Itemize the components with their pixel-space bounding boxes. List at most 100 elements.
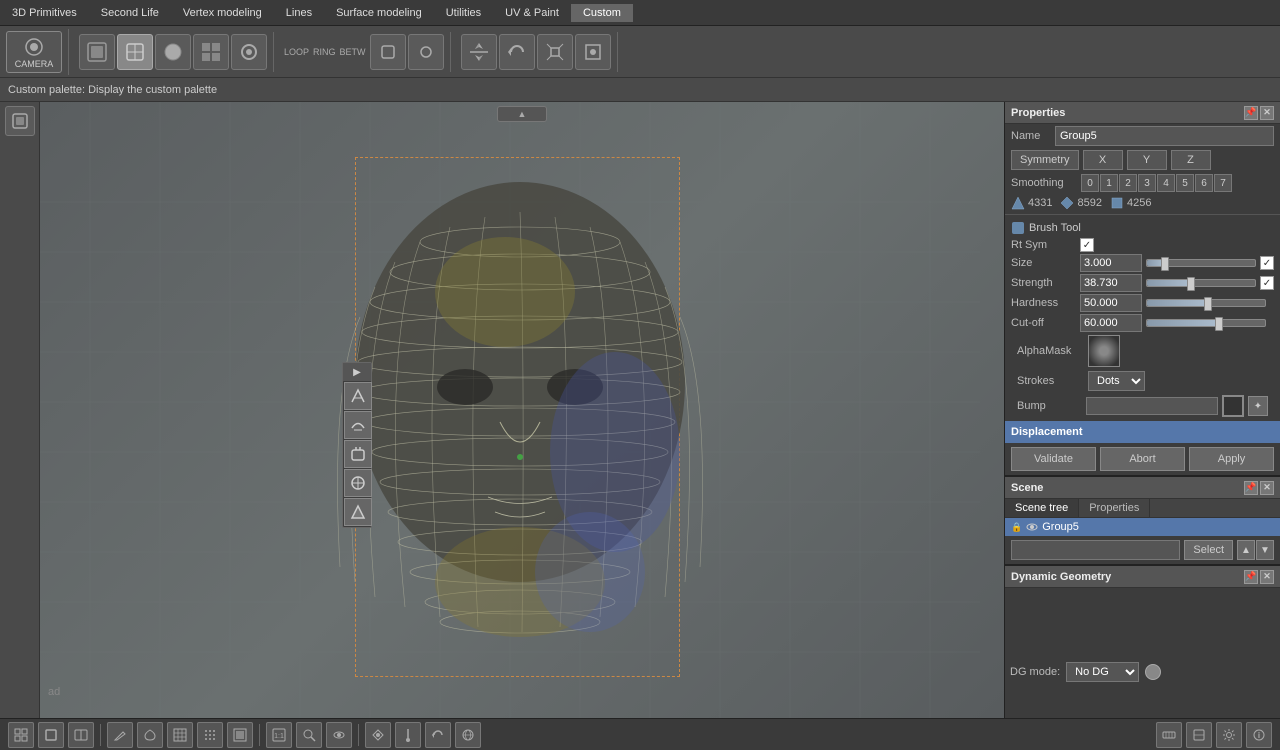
symmetry-button[interactable]: Symmetry [1011, 150, 1079, 170]
scene-down-btn[interactable]: ▼ [1256, 540, 1274, 560]
size-input[interactable] [1080, 254, 1142, 272]
bottom-rotate-btn[interactable] [425, 722, 451, 748]
alphamask-preview[interactable] [1088, 335, 1120, 367]
strokes-select[interactable]: Dots Lines [1088, 371, 1145, 391]
menu-utilities[interactable]: Utilities [434, 4, 493, 22]
bottom-grid2-btn[interactable] [167, 722, 193, 748]
bottom-fullscreen-btn[interactable] [38, 722, 64, 748]
scene-pin-btn[interactable]: 📌 [1244, 481, 1258, 495]
abort-button[interactable]: Abort [1100, 447, 1185, 471]
scene-up-btn[interactable]: ▲ [1237, 540, 1255, 560]
properties-title: Properties [1011, 107, 1065, 119]
viewport-handle[interactable]: ▲ [497, 106, 547, 122]
bottom-pin-btn[interactable] [395, 722, 421, 748]
smooth-5[interactable]: 5 [1176, 174, 1194, 192]
bottom-right-2[interactable] [1186, 722, 1212, 748]
size-lock[interactable]: ✓ [1260, 256, 1274, 270]
hardness-input[interactable] [1080, 294, 1142, 312]
bottom-grid-btn[interactable] [8, 722, 34, 748]
brush-tool-4[interactable] [344, 469, 372, 497]
bottom-rainbow-btn[interactable] [227, 722, 253, 748]
bottom-settings-btn[interactable] [1216, 722, 1242, 748]
dg-close-btn[interactable]: ✕ [1260, 570, 1274, 584]
bottom-info-btn[interactable]: i [1246, 722, 1272, 748]
bottom-split-btn[interactable] [68, 722, 94, 748]
select-mode-btn[interactable] [370, 34, 406, 70]
menu-vertex-modeling[interactable]: Vertex modeling [171, 4, 274, 22]
view-extra-btn[interactable] [231, 34, 267, 70]
brush-tool-1[interactable] [344, 382, 372, 410]
bottom-globe-btn[interactable] [455, 722, 481, 748]
brush-tool-5[interactable] [344, 498, 372, 526]
dg-mode-select[interactable]: No DG Dynamic [1066, 662, 1139, 682]
color-picker-btn[interactable]: ✦ [1248, 396, 1268, 416]
bottom-dotgrid-btn[interactable] [197, 722, 223, 748]
smooth-2[interactable]: 2 [1119, 174, 1137, 192]
sym-y-btn[interactable]: Y [1127, 150, 1167, 170]
validate-button[interactable]: Validate [1011, 447, 1096, 471]
tab-scene-tree[interactable]: Scene tree [1005, 499, 1079, 517]
properties-pin-btn[interactable]: 📌 [1244, 106, 1258, 120]
menu-uv-paint[interactable]: UV & Paint [493, 4, 571, 22]
dg-pin-btn[interactable]: 📌 [1244, 570, 1258, 584]
scene-select-btn[interactable]: Select [1184, 540, 1233, 560]
move-btn[interactable] [461, 34, 497, 70]
hardness-slider-thumb[interactable] [1204, 297, 1212, 311]
size-slider-thumb[interactable] [1161, 257, 1169, 271]
sym-z-btn[interactable]: Z [1171, 150, 1211, 170]
tab-scene-properties[interactable]: Properties [1079, 499, 1150, 517]
menu-second-life[interactable]: Second Life [89, 4, 171, 22]
smooth-0[interactable]: 0 [1081, 174, 1099, 192]
bottom-transform-btn[interactable] [365, 722, 391, 748]
menu-3d-primitives[interactable]: 3D Primitives [0, 4, 89, 22]
name-input[interactable] [1055, 126, 1274, 146]
brush-tool-3[interactable] [344, 440, 372, 468]
viewport[interactable]: ▶ [40, 102, 1004, 718]
strength-lock[interactable]: ✓ [1260, 276, 1274, 290]
menu-lines[interactable]: Lines [274, 4, 324, 22]
bottom-lasso-btn[interactable] [137, 722, 163, 748]
color-preview[interactable] [1222, 395, 1244, 417]
scene-group5-item[interactable]: 🔒 Group5 [1005, 518, 1280, 536]
rt-sym-checkbox[interactable]: ✓ [1080, 238, 1094, 252]
smooth-3[interactable]: 3 [1138, 174, 1156, 192]
strength-input[interactable] [1080, 274, 1142, 292]
menu-surface-modeling[interactable]: Surface modeling [324, 4, 434, 22]
view-4panel-btn[interactable] [193, 34, 229, 70]
sym-x-btn[interactable]: X [1083, 150, 1123, 170]
rotate-btn[interactable] [499, 34, 535, 70]
cutoff-input[interactable] [1080, 314, 1142, 332]
hardness-slider[interactable] [1146, 299, 1266, 307]
transform-btn[interactable] [575, 34, 611, 70]
float-panel-arrow[interactable]: ▶ [343, 363, 371, 381]
size-slider[interactable] [1146, 259, 1256, 267]
camera-button[interactable]: CAMERA [6, 31, 62, 73]
view-solid-btn[interactable] [155, 34, 191, 70]
brush-tool-2[interactable] [344, 411, 372, 439]
displacement-row[interactable]: Displacement [1005, 421, 1280, 443]
properties-close-btn[interactable]: ✕ [1260, 106, 1274, 120]
scene-search-input[interactable] [1011, 540, 1180, 560]
bottom-right-1[interactable] [1156, 722, 1182, 748]
smooth-4[interactable]: 4 [1157, 174, 1175, 192]
view-wireframe-btn[interactable] [117, 34, 153, 70]
cutoff-slider-thumb[interactable] [1215, 317, 1223, 331]
bottom-visibility-btn[interactable] [326, 722, 352, 748]
bottom-zoom-reset-btn[interactable]: 1:1 [266, 722, 292, 748]
scene-close-btn[interactable]: ✕ [1260, 481, 1274, 495]
bottom-edit-btn[interactable] [107, 722, 133, 748]
cutoff-slider[interactable] [1146, 319, 1266, 327]
apply-button[interactable]: Apply [1189, 447, 1274, 471]
smooth-7[interactable]: 7 [1214, 174, 1232, 192]
menu-custom[interactable]: Custom [571, 4, 633, 22]
bottom-zoom-fit-btn[interactable] [296, 722, 322, 748]
strength-slider[interactable] [1146, 279, 1256, 287]
smooth-6[interactable]: 6 [1195, 174, 1213, 192]
smoothing-values: 0 1 2 3 4 5 6 7 [1081, 174, 1232, 192]
view-perspective-btn[interactable] [79, 34, 115, 70]
scale-btn[interactable] [537, 34, 573, 70]
select-circle-btn[interactable] [408, 34, 444, 70]
left-tool-1[interactable] [5, 106, 35, 136]
strength-slider-thumb[interactable] [1187, 277, 1195, 291]
smooth-1[interactable]: 1 [1100, 174, 1118, 192]
